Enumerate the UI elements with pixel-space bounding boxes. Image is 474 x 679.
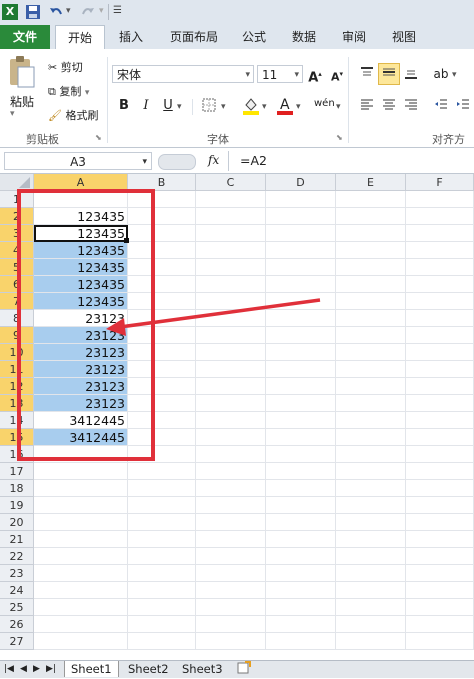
- align-middle-icon[interactable]: [378, 63, 400, 85]
- formula-input[interactable]: =A2: [240, 153, 267, 168]
- formula-bar-splitter[interactable]: [158, 154, 196, 170]
- excel-logo-icon: X: [2, 4, 18, 20]
- tab-insert[interactable]: 插入: [113, 25, 149, 49]
- underline-button[interactable]: U: [159, 97, 177, 115]
- svg-text:A: A: [280, 97, 290, 113]
- annotation-arrow: [106, 298, 321, 336]
- name-box-value: A3: [70, 155, 86, 169]
- align-right-icon[interactable]: [402, 97, 420, 115]
- tab-page-layout[interactable]: 页面布局: [163, 25, 225, 49]
- font-size-value: 11: [262, 68, 278, 82]
- ribbon-tab-bar: 文件 开始 插入 页面布局 公式 数据 审阅 视图: [0, 25, 474, 51]
- group-divider: [107, 57, 108, 143]
- copy-label: 复制: [59, 85, 82, 98]
- tab-home[interactable]: 开始: [55, 25, 105, 51]
- phonetic-dropdown-icon[interactable]: ▾: [336, 102, 341, 112]
- underline-dropdown-icon[interactable]: ▾: [177, 102, 182, 112]
- title-bar: X ▾ ▾ ☰: [0, 0, 474, 26]
- italic-button[interactable]: I: [137, 97, 155, 115]
- font-name-value: 宋体: [117, 68, 142, 82]
- paste-dropdown-icon[interactable]: ▾: [10, 109, 15, 119]
- font-divider: [192, 99, 193, 115]
- clipboard-group-label: 剪贴板: [26, 133, 59, 146]
- font-size-dropdown-icon: ▾: [294, 70, 299, 80]
- undo-icon[interactable]: [48, 4, 64, 20]
- first-sheet-icon[interactable]: |◀: [4, 661, 14, 677]
- spreadsheet-grid[interactable]: A B C D E F 1 2 123435 3 123435 4 123435 5 12343…: [0, 174, 474, 660]
- prev-sheet-icon[interactable]: ◀: [20, 661, 27, 677]
- copy-dropdown-icon[interactable]: ▾: [85, 88, 90, 98]
- redo-icon[interactable]: [80, 4, 96, 20]
- sheet-tab-sheet2[interactable]: Sheet2: [122, 661, 175, 677]
- phonetic-guide-icon[interactable]: wén: [314, 95, 335, 113]
- align-left-icon[interactable]: [358, 97, 376, 115]
- font-group-label: 字体: [207, 133, 229, 146]
- insert-function-icon[interactable]: fx: [208, 153, 219, 167]
- scissors-icon: ✂: [48, 61, 58, 74]
- insert-sheet-icon[interactable]: [236, 661, 252, 677]
- shrink-font-icon[interactable]: A▾: [328, 65, 346, 84]
- formula-divider: [228, 151, 229, 171]
- format-painter-button[interactable]: 🖌 格式刷: [48, 107, 98, 123]
- format-painter-icon: 🖌: [48, 109, 62, 122]
- font-color-dropdown-icon[interactable]: ▾: [296, 102, 301, 112]
- customize-toolbar-icon[interactable]: ☰: [113, 5, 122, 16]
- align-center-icon[interactable]: [380, 97, 398, 115]
- paste-button[interactable]: 粘贴: [10, 93, 34, 110]
- paste-icon[interactable]: [6, 55, 40, 95]
- ribbon-home: 粘贴 ▾ ✂ 剪切 ⧉ 复制 ▾ 🖌 格式刷 剪贴板 ⬊ 宋体 ▾ 11 ▾ A…: [0, 49, 474, 162]
- save-icon[interactable]: [25, 4, 41, 20]
- decrease-indent-icon[interactable]: [432, 97, 450, 115]
- increase-indent-icon[interactable]: [454, 97, 472, 115]
- cut-label: 剪切: [60, 61, 83, 74]
- clipboard-launcher-icon[interactable]: ⬊: [95, 133, 102, 142]
- sheet-tab-sheet3[interactable]: Sheet3: [176, 661, 229, 677]
- font-name-dropdown-icon: ▾: [245, 70, 250, 80]
- last-sheet-icon[interactable]: ▶|: [46, 661, 56, 677]
- font-size-select[interactable]: 11 ▾: [257, 65, 303, 83]
- copy-button[interactable]: ⧉ 复制 ▾: [48, 83, 89, 99]
- tab-formulas[interactable]: 公式: [236, 25, 272, 49]
- fill-color-icon[interactable]: [242, 95, 260, 115]
- bold-button[interactable]: B: [115, 97, 133, 115]
- grow-font-icon[interactable]: A▴: [306, 65, 324, 85]
- toolbar-divider: [108, 4, 109, 20]
- font-color-icon[interactable]: A: [276, 95, 294, 115]
- align-bottom-icon[interactable]: [402, 65, 420, 83]
- sheet-tab-bar: |◀ ◀ ▶ ▶| Sheet1 Sheet2 Sheet3: [0, 660, 474, 678]
- copy-icon: ⧉: [48, 85, 56, 98]
- name-box-dropdown-icon: ▾: [142, 157, 147, 167]
- orientation-dropdown-icon[interactable]: ▾: [452, 70, 457, 80]
- font-launcher-icon[interactable]: ⬊: [336, 133, 343, 142]
- redo-dropdown-icon[interactable]: ▾: [99, 6, 104, 16]
- formula-bar: A3 ▾ fx =A2: [0, 149, 474, 174]
- undo-dropdown-icon[interactable]: ▾: [66, 6, 71, 16]
- format-painter-label: 格式刷: [65, 109, 99, 122]
- group-divider: [348, 57, 349, 143]
- font-name-select[interactable]: 宋体 ▾: [112, 65, 254, 83]
- border-icon[interactable]: [200, 97, 218, 115]
- fill-color-dropdown-icon[interactable]: ▾: [262, 102, 267, 112]
- sheet-tab-sheet1[interactable]: Sheet1: [64, 661, 119, 677]
- cut-button[interactable]: ✂ 剪切: [48, 59, 83, 75]
- tab-data[interactable]: 数据: [286, 25, 322, 49]
- tab-view[interactable]: 视图: [386, 25, 422, 49]
- tab-review[interactable]: 审阅: [336, 25, 372, 49]
- tab-file[interactable]: 文件: [0, 25, 50, 49]
- name-box[interactable]: A3 ▾: [4, 152, 152, 170]
- text-orientation-icon[interactable]: ab: [432, 65, 450, 83]
- next-sheet-icon[interactable]: ▶: [33, 661, 40, 677]
- align-top-icon[interactable]: [358, 65, 376, 83]
- border-dropdown-icon[interactable]: ▾: [221, 102, 226, 112]
